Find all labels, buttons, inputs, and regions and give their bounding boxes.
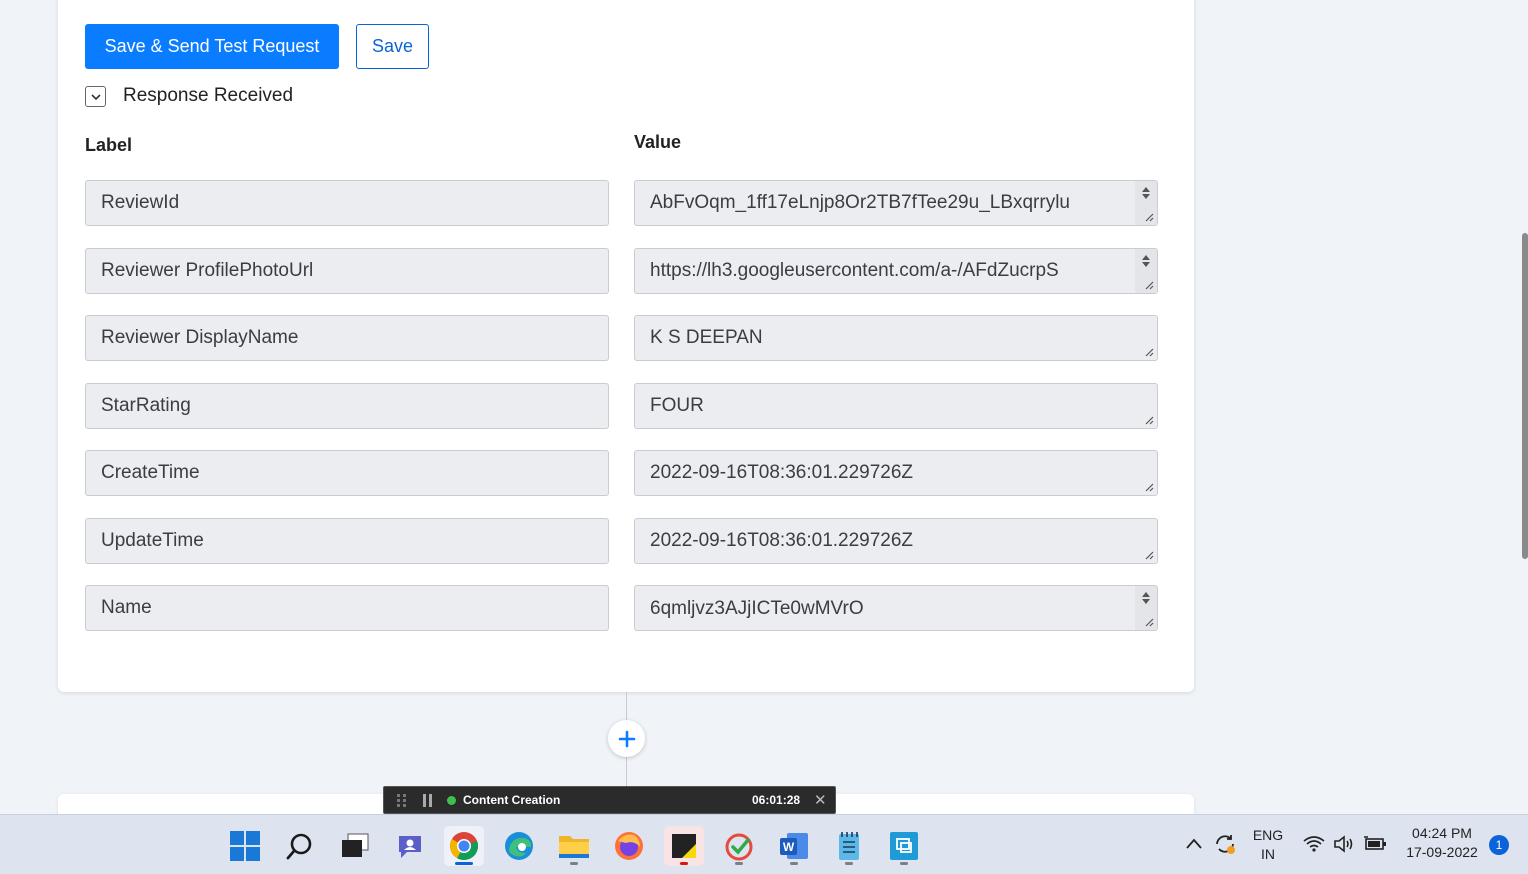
- notepad-icon[interactable]: [829, 826, 869, 866]
- resize-grip-icon[interactable]: [1144, 280, 1154, 290]
- value-field-name[interactable]: 6qmljvz3AJjICTe0wMVrO: [634, 585, 1158, 631]
- app-active-indicator: [455, 862, 473, 865]
- resize-grip-icon[interactable]: [1144, 347, 1154, 357]
- clock-date: 17-09-2022: [1406, 844, 1478, 860]
- value-text: AbFvOqm_1ff17eLnjp8Or2TB7fTee29u_LBxqrry…: [650, 192, 1071, 213]
- value-field-star-rating[interactable]: FOUR: [634, 383, 1158, 429]
- edge-icon[interactable]: [499, 826, 539, 866]
- value-text: 6qmljvz3AJjICTe0wMVrO: [650, 598, 864, 619]
- sticky-notes-icon[interactable]: [664, 826, 704, 866]
- chrome-icon[interactable]: [444, 826, 484, 866]
- label-field-create-time[interactable]: CreateTime: [85, 450, 609, 496]
- label-field-name[interactable]: Name: [85, 585, 609, 631]
- save-button[interactable]: Save: [356, 24, 429, 69]
- resize-grip-icon[interactable]: [1144, 212, 1154, 222]
- task-view-icon[interactable]: [335, 826, 375, 866]
- chat-icon[interactable]: [390, 826, 430, 866]
- windows-start-icon[interactable]: [225, 826, 265, 866]
- resize-grip-icon[interactable]: [1144, 415, 1154, 425]
- volume-icon[interactable]: [1333, 835, 1355, 853]
- value-field-display-name[interactable]: K S DEEPAN: [634, 315, 1158, 361]
- chevron-down-icon: [90, 93, 101, 100]
- search-icon[interactable]: [280, 826, 320, 866]
- app-running-indicator: [845, 862, 853, 865]
- value-field-create-time[interactable]: 2022-09-16T08:36:01.229726Z: [634, 450, 1158, 496]
- file-explorer-icon[interactable]: [554, 826, 594, 866]
- pause-icon[interactable]: [423, 794, 432, 807]
- battery-icon[interactable]: [1363, 835, 1387, 853]
- remote-desktop-icon[interactable]: [884, 826, 924, 866]
- app-running-indicator: [900, 862, 908, 865]
- clock[interactable]: 04:24 PM 17-09-2022: [1398, 824, 1486, 862]
- add-step-button[interactable]: [608, 720, 645, 757]
- value-text: FOUR: [650, 395, 704, 416]
- recorder-bar[interactable]: Content Creation 06:01:28 ✕: [383, 786, 836, 814]
- drag-handle-icon[interactable]: [397, 794, 407, 808]
- word-icon[interactable]: W: [774, 826, 814, 866]
- clock-time: 04:24 PM: [1412, 825, 1472, 841]
- label-text: CreateTime: [101, 462, 200, 483]
- label-column-header: Label: [85, 135, 133, 155]
- label-field-update-time[interactable]: UpdateTime: [85, 518, 609, 564]
- resize-grip-icon[interactable]: [1144, 617, 1154, 627]
- app-running-indicator: [570, 862, 578, 865]
- save-send-test-button[interactable]: Save & Send Test Request: [85, 24, 339, 69]
- value-text: 2022-09-16T08:36:01.229726Z: [650, 462, 914, 483]
- value-field-profile-photo[interactable]: https://lh3.googleusercontent.com/a-/AFd…: [634, 248, 1158, 294]
- label-field-display-name[interactable]: Reviewer DisplayName: [85, 315, 609, 361]
- app-running-indicator: [790, 862, 798, 865]
- language-indicator[interactable]: ENG IN: [1250, 826, 1286, 864]
- language-secondary: IN: [1261, 846, 1275, 862]
- value-text: K S DEEPAN: [650, 327, 763, 348]
- value-field-reviewid[interactable]: AbFvOqm_1ff17eLnjp8Or2TB7fTee29u_LBxqrry…: [634, 180, 1158, 226]
- label-field-profile-photo[interactable]: Reviewer ProfilePhotoUrl: [85, 248, 609, 294]
- task-app-icon[interactable]: [719, 826, 759, 866]
- scroll-arrows[interactable]: [1139, 590, 1153, 612]
- resize-grip-icon[interactable]: [1144, 550, 1154, 560]
- page-scrollbar[interactable]: [1522, 233, 1528, 559]
- app-running-indicator: [735, 862, 743, 865]
- value-text: 2022-09-16T08:36:01.229726Z: [650, 530, 914, 551]
- recording-status-icon: [447, 796, 456, 805]
- notification-badge[interactable]: 1: [1489, 835, 1509, 855]
- value-field-update-time[interactable]: 2022-09-16T08:36:01.229726Z: [634, 518, 1158, 564]
- app-running-indicator: [680, 862, 688, 865]
- label-text: Reviewer DisplayName: [101, 327, 299, 348]
- svg-text:W: W: [783, 840, 795, 854]
- plus-icon: [618, 730, 635, 747]
- recorder-elapsed: 06:01:28: [752, 793, 801, 807]
- wifi-icon[interactable]: [1303, 835, 1325, 853]
- firefox-icon[interactable]: [609, 826, 649, 866]
- label-field-star-rating[interactable]: StarRating: [85, 383, 609, 429]
- scroll-arrows[interactable]: [1139, 253, 1153, 275]
- response-section-label: Response Received: [123, 85, 294, 106]
- label-field-reviewid[interactable]: ReviewId: [85, 180, 609, 226]
- value-column-header: Value: [634, 132, 682, 152]
- scroll-arrows[interactable]: [1139, 185, 1153, 207]
- close-icon[interactable]: ✕: [814, 791, 827, 809]
- language-primary: ENG: [1252, 827, 1284, 843]
- response-toggle[interactable]: [85, 86, 106, 107]
- chevron-up-icon[interactable]: [1186, 838, 1202, 850]
- recorder-title: Content Creation: [463, 793, 561, 807]
- sync-icon[interactable]: [1213, 832, 1237, 856]
- label-text: StarRating: [101, 395, 191, 416]
- label-text: Reviewer ProfilePhotoUrl: [101, 260, 314, 281]
- label-text: ReviewId: [101, 192, 180, 213]
- label-text: Name: [101, 597, 152, 618]
- resize-grip-icon[interactable]: [1144, 482, 1154, 492]
- label-text: UpdateTime: [101, 530, 204, 551]
- value-text: https://lh3.googleusercontent.com/a-/AFd…: [650, 260, 1059, 281]
